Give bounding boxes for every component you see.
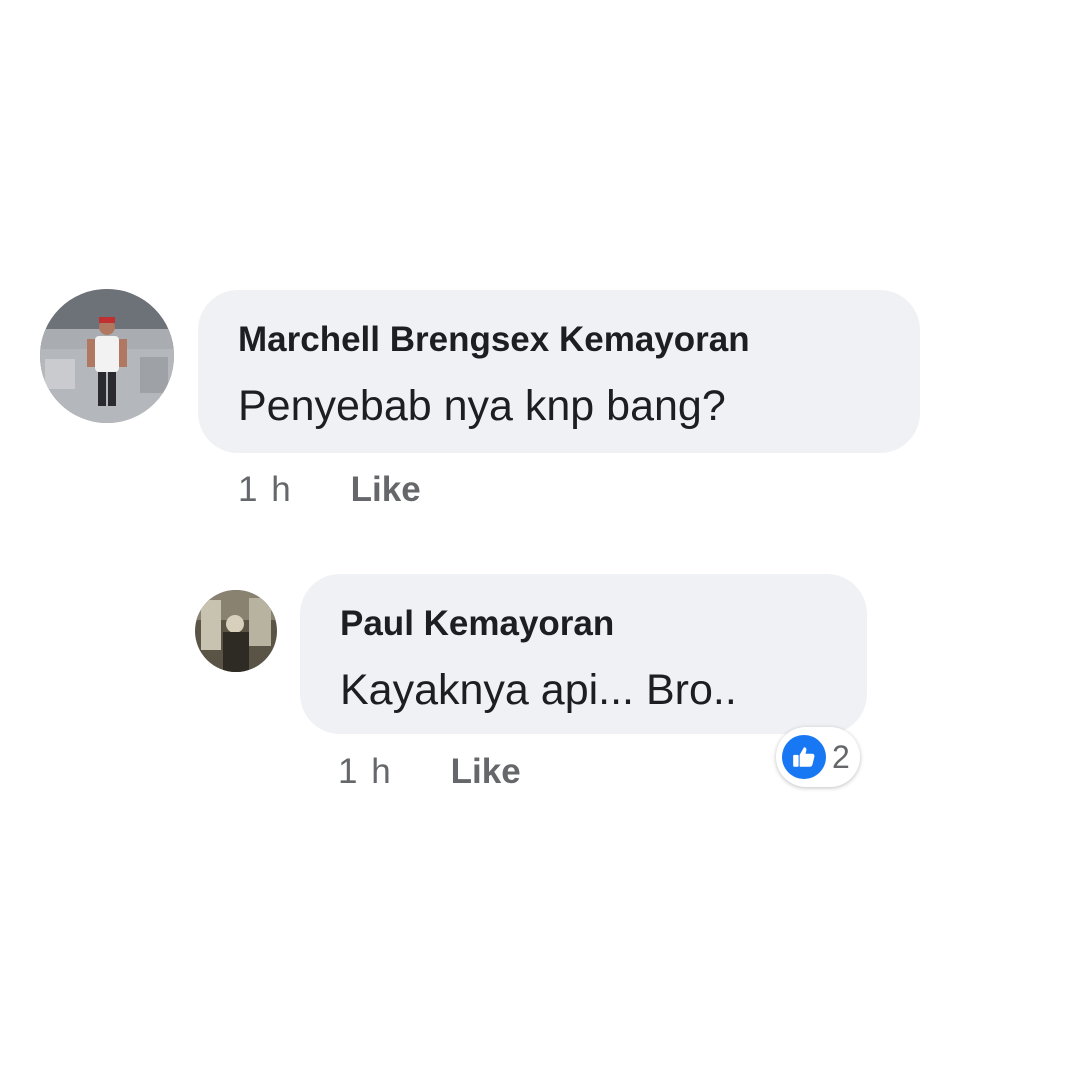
comment-meta: 1 h Like (238, 470, 421, 510)
thumbs-up-icon (782, 735, 826, 779)
avatar[interactable] (195, 590, 277, 672)
comment-thread: Marchell Brengsex Kemayoran Penyebab nya… (0, 0, 1080, 1080)
comment-author[interactable]: Marchell Brengsex Kemayoran (238, 320, 750, 360)
comment-text: Kayaknya api... Bro.. (340, 666, 737, 714)
reaction-summary[interactable]: 2 (776, 727, 860, 787)
comment-meta: 1 h Like (338, 752, 521, 792)
comment-bubble: Marchell Brengsex Kemayoran Penyebab nya… (198, 290, 920, 453)
reaction-count: 2 (832, 738, 850, 775)
comment-timestamp[interactable]: 1 h (238, 470, 293, 509)
reply-bubble: Paul Kemayoran Kayaknya api... Bro.. (300, 574, 867, 734)
like-button[interactable]: Like (451, 752, 521, 791)
comment-timestamp[interactable]: 1 h (338, 752, 393, 791)
comment-text: Penyebab nya knp bang? (238, 382, 726, 430)
avatar-photo (195, 590, 277, 672)
avatar-photo (40, 289, 174, 423)
comment-author[interactable]: Paul Kemayoran (340, 604, 614, 644)
avatar[interactable] (40, 289, 174, 423)
like-button[interactable]: Like (351, 470, 421, 509)
